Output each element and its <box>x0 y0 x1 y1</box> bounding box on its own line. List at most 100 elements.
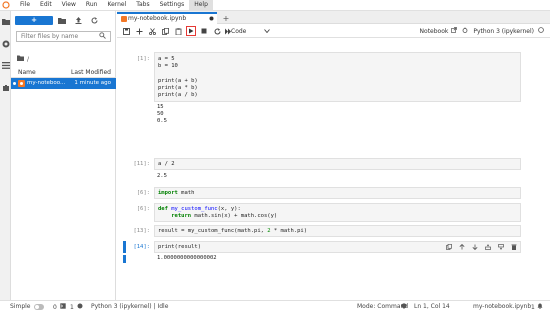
file-name: my-noteboo... <box>27 80 66 86</box>
terminals-count-value: 0 <box>53 303 57 311</box>
paste-icon[interactable] <box>173 26 183 36</box>
cell-type-select[interactable]: Code <box>231 26 271 36</box>
move-up-icon[interactable] <box>457 243 467 251</box>
tab-close-dot-icon[interactable] <box>208 15 214 21</box>
extensions-icon[interactable] <box>1 83 10 92</box>
cell-prompt: [1]: <box>136 56 150 62</box>
notebook-file-icon <box>18 80 25 87</box>
cell-output: 15 50 0.5 <box>157 104 167 125</box>
kernel-status[interactable]: Python 3 (ipykernel) | Idle <box>91 303 168 310</box>
cell-input[interactable]: def my_custom_func(x, y): return math.si… <box>154 203 521 222</box>
insert-above-icon[interactable] <box>483 243 493 251</box>
simple-mode-label: Simple <box>10 303 31 310</box>
menu-kernel[interactable]: Kernel <box>102 0 131 10</box>
notebook-toolbar: Code Notebook Python 3 (ipykernel) <box>117 24 550 38</box>
cell-output: 2.5 <box>157 173 167 179</box>
upload-icon[interactable] <box>71 16 85 25</box>
kernel-status-icon <box>538 27 544 35</box>
insert-below-icon[interactable] <box>496 243 506 251</box>
toolbar-right: Notebook Python 3 (ipykernel) <box>420 26 544 36</box>
file-modified: 1 minute ago <box>74 80 111 86</box>
cut-icon[interactable] <box>147 26 157 36</box>
simple-mode-switch[interactable] <box>33 303 44 310</box>
active-output-indicator <box>123 255 126 263</box>
cell-toolbar <box>441 243 519 251</box>
notifications-count-value: 1 <box>531 303 535 311</box>
kernel-icon <box>77 303 83 311</box>
menu-edit[interactable]: Edit <box>35 0 57 10</box>
terminal-icon <box>60 303 66 311</box>
save-icon[interactable] <box>121 26 131 36</box>
kernels-count-value: 1 <box>70 303 74 311</box>
delete-cell-icon[interactable] <box>509 243 519 251</box>
column-name[interactable]: Name <box>18 69 36 76</box>
menu-bar: File Edit View Run Kernel Tabs Settings … <box>0 0 550 11</box>
cursor-position[interactable]: Ln 1, Col 14 <box>414 303 450 310</box>
menu-view[interactable]: View <box>57 0 81 10</box>
tab-title: my-notebook.ipynb <box>128 15 187 22</box>
cell-prompt: [14]: <box>133 244 150 250</box>
run-icon <box>189 28 194 34</box>
interrupt-kernel-icon[interactable] <box>199 26 209 36</box>
cell-input[interactable]: import math <box>154 187 521 199</box>
menu-tabs[interactable]: Tabs <box>131 0 154 10</box>
file-filter-field[interactable] <box>16 31 111 42</box>
cell-output: 1.0000000000000002 <box>157 255 217 261</box>
file-browser-toolbar: + <box>15 15 101 25</box>
import-keyword: import <box>158 190 178 196</box>
menu-items: File Edit View Run Kernel Tabs Settings … <box>15 0 213 10</box>
restart-kernel-icon[interactable] <box>212 26 222 36</box>
breadcrumb-root[interactable]: / <box>27 56 29 63</box>
cell-input[interactable]: result = my_custom_func(math.pi, 2 * mat… <box>154 225 521 237</box>
cell-prompt: [13]: <box>133 228 150 234</box>
kernel-name[interactable]: Python 3 (ipykernel) <box>473 28 534 35</box>
cell-type-value: Code <box>231 27 247 35</box>
chevron-down-icon <box>264 28 271 35</box>
breadcrumb-folder-icon[interactable] <box>17 55 24 63</box>
duplicate-cell-icon[interactable] <box>444 243 454 251</box>
menu-run[interactable]: Run <box>81 0 103 10</box>
column-last-modified[interactable]: Last Modified <box>71 69 111 76</box>
notebook-cells: [1]: a = 5 b = 10 print(a + b) print(a *… <box>117 39 550 300</box>
shield-icon <box>401 303 407 309</box>
notebook-panel: my-notebook.ipynb + Code Notebook Python… <box>117 11 550 300</box>
status-bar: Simple 0 1 Python 3 (ipykernel) | Idle M… <box>0 300 550 311</box>
running-dot-icon <box>13 82 16 85</box>
notebook-label[interactable]: Notebook <box>420 28 449 35</box>
copy-icon[interactable] <box>160 26 170 36</box>
menu-file[interactable]: File <box>15 0 35 10</box>
file-list-header: Name Last Modified <box>11 67 116 78</box>
insert-cell-icon[interactable] <box>134 26 144 36</box>
search-icon <box>99 32 106 41</box>
terminals-count[interactable]: 0 <box>53 303 66 311</box>
new-launcher-button[interactable]: + <box>15 15 53 25</box>
notebook-tab-icon <box>121 16 127 22</box>
activity-bar <box>0 11 11 300</box>
menu-settings[interactable]: Settings <box>155 0 190 10</box>
file-filter-input[interactable] <box>21 33 99 40</box>
cell-input[interactable]: a / 2 <box>154 158 521 170</box>
kernels-count[interactable]: 1 <box>70 303 83 311</box>
running-icon[interactable] <box>1 39 10 48</box>
jupyter-logo-icon <box>0 0 11 11</box>
new-folder-icon[interactable] <box>55 16 69 25</box>
file-row-selected[interactable]: my-noteboo... 1 minute ago <box>11 78 116 89</box>
bell-icon <box>537 303 543 311</box>
move-down-icon[interactable] <box>470 243 480 251</box>
breadcrumb: / <box>17 55 29 63</box>
refresh-icon[interactable] <box>87 16 101 25</box>
folder-icon[interactable] <box>1 17 10 26</box>
new-tab-button[interactable]: + <box>221 13 231 23</box>
cell-prompt: [6]: <box>136 206 150 212</box>
status-file-name: my-notebook.ipynb <box>473 303 532 310</box>
notifications-count[interactable]: 1 <box>531 303 543 311</box>
simple-mode-toggle[interactable]: Simple <box>10 303 44 310</box>
tab-bar: my-notebook.ipynb + <box>117 11 550 24</box>
menu-help[interactable]: Help <box>189 0 213 10</box>
debugger-icon[interactable] <box>462 27 468 35</box>
table-of-contents-icon[interactable] <box>1 61 10 70</box>
cell-input[interactable]: a = 5 b = 10 print(a + b) print(a * b) p… <box>154 52 521 102</box>
tab-notebook[interactable]: my-notebook.ipynb <box>117 12 217 24</box>
run-cell-button[interactable] <box>186 26 196 36</box>
open-external-icon[interactable] <box>451 27 458 35</box>
